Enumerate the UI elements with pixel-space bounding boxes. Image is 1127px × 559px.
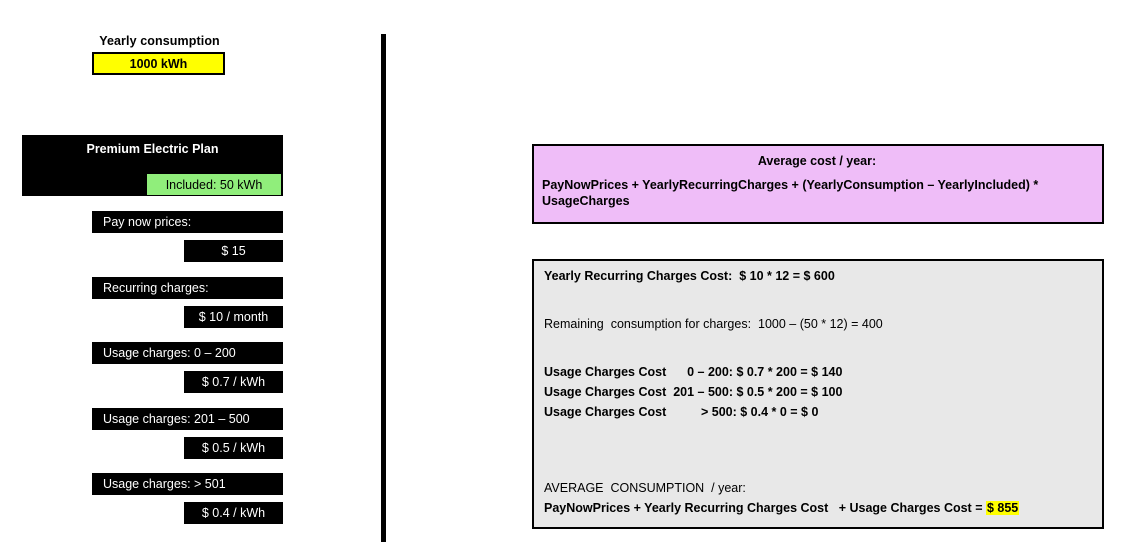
average-cost-formula-box: Average cost / year: PayNowPrices + Year… (532, 144, 1104, 224)
calc-spacer-2 (544, 332, 1092, 362)
calc-line-usage-tier-3: Usage Charges Cost > 500: $ 0.4 * 0 = $ … (544, 405, 819, 419)
calc-spacer-1 (544, 284, 1092, 316)
attribute-row-usage-tier-3: Usage charges: > 501 $ 0.4 / kWh (0, 473, 381, 528)
average-total-result: $ 855 (985, 501, 1020, 515)
calc-line-average-heading: AVERAGE CONSUMPTION / year: (544, 481, 746, 495)
attribute-label-usage-tier-2: Usage charges: 201 – 500 (92, 408, 283, 430)
attribute-row-usage-tier-1: Usage charges: 0 – 200 $ 0.7 / kWh (0, 342, 381, 397)
calc-line-usage-tier-1: Usage Charges Cost 0 – 200: $ 0.7 * 200 … (544, 365, 843, 379)
average-cost-formula-body: PayNowPrices + YearlyRecurringCharges + … (542, 178, 1039, 208)
attribute-value-usage-tier-3: $ 0.4 / kWh (184, 502, 283, 524)
attribute-label-recurring-charges: Recurring charges: (92, 277, 283, 299)
calc-spacer-3 (544, 422, 1092, 478)
plan-title: Premium Electric Plan (86, 142, 219, 156)
attribute-value-recurring-charges: $ 10 / month (184, 306, 283, 328)
included-allowance-chip: Included: 50 kWh (147, 174, 281, 195)
calc-line-recurring-cost: Yearly Recurring Charges Cost: $ 10 * 12… (544, 269, 835, 283)
average-cost-formula-heading: Average cost / year: (757, 154, 877, 168)
left-panel: Yearly consumption 1000 kWh Premium Elec… (0, 0, 381, 559)
calc-line-remaining-consumption: Remaining consumption for charges: 1000 … (544, 317, 883, 331)
attribute-row-usage-tier-2: Usage charges: 201 – 500 $ 0.5 / kWh (0, 408, 381, 463)
attribute-row-pay-now-prices: Pay now prices: $ 15 (0, 211, 381, 266)
attribute-label-pay-now-prices: Pay now prices: (92, 211, 283, 233)
attribute-row-recurring-charges: Recurring charges: $ 10 / month (0, 277, 381, 332)
attribute-value-usage-tier-2: $ 0.5 / kWh (184, 437, 283, 459)
calculation-box: Yearly Recurring Charges Cost: $ 10 * 12… (532, 259, 1104, 529)
calc-line-average-total: PayNowPrices + Yearly Recurring Charges … (544, 498, 1092, 518)
attribute-label-usage-tier-1: Usage charges: 0 – 200 (92, 342, 283, 364)
attribute-label-usage-tier-3: Usage charges: > 501 (92, 473, 283, 495)
yearly-consumption-label: Yearly consumption (99, 34, 220, 48)
plan-header-box: Premium Electric Plan Included: 50 kWh (22, 135, 283, 196)
attribute-value-pay-now-prices: $ 15 (184, 240, 283, 262)
average-total-formula-text: PayNowPrices + Yearly Recurring Charges … (544, 501, 986, 515)
yearly-consumption-value-box[interactable]: 1000 kWh (92, 52, 225, 75)
right-panel: Average cost / year: PayNowPrices + Year… (386, 0, 1127, 559)
calc-line-usage-tier-2: Usage Charges Cost 201 – 500: $ 0.5 * 20… (544, 385, 843, 399)
attribute-value-usage-tier-1: $ 0.7 / kWh (184, 371, 283, 393)
